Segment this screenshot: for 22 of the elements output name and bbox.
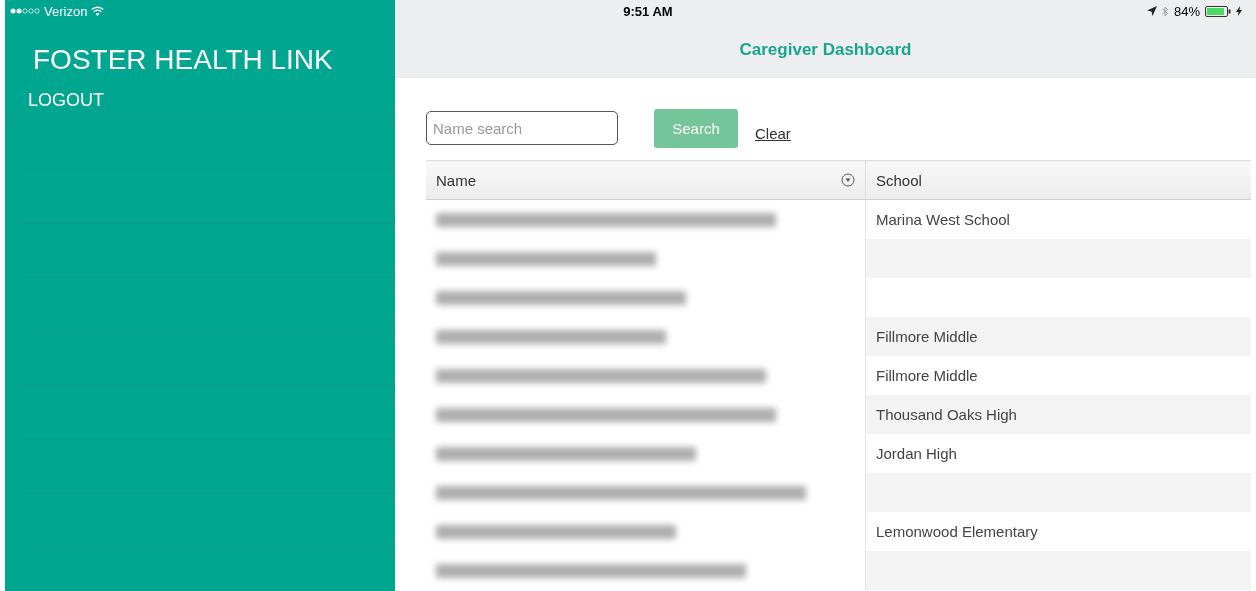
charging-bolt-icon <box>1236 6 1242 16</box>
battery-percent: 84% <box>1173 3 1200 19</box>
clock-time: 9:51 AM <box>623 3 673 19</box>
bluetooth-icon <box>1161 5 1169 17</box>
search-field[interactable]: Name search <box>426 111 618 145</box>
clear-link[interactable]: Clear <box>755 124 791 142</box>
filter-icon[interactable] <box>841 173 855 187</box>
location-arrow-icon <box>1146 6 1157 16</box>
table-cell: Fillmore Middle <box>876 328 978 345</box>
table-cell: Marina West School <box>876 211 1010 228</box>
wifi-icon <box>91 6 105 16</box>
signal-strength-icon <box>10 8 40 14</box>
table-cell: Fillmore Middle <box>876 367 978 384</box>
table-cell: Lemonwood Elementary <box>876 523 1038 540</box>
table-cell: Thousand Oaks High <box>876 406 1017 423</box>
table-cell: Jordan High <box>876 445 957 462</box>
page-title: Caregiver Dashboard <box>739 40 912 61</box>
column-header[interactable]: School <box>876 171 922 189</box>
app-title: FOSTER HEALTH LINK <box>32 43 334 77</box>
carrier-name: Verizon <box>44 3 88 19</box>
battery-icon <box>1205 5 1231 17</box>
column-header[interactable]: Name <box>436 171 476 189</box>
